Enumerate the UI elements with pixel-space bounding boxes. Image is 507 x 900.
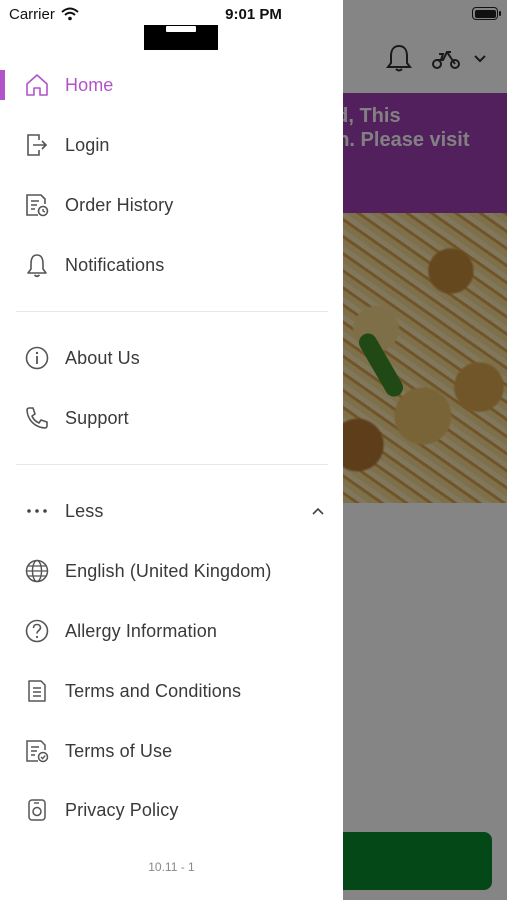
more-dots-icon [24,498,50,524]
privacy-icon [24,797,50,823]
menu-item-label: Home [65,74,114,95]
menu-item-less[interactable]: Less [0,483,343,539]
menu-item-label: Notifications [65,254,165,275]
status-bar: Carrier 9:01 PM [0,0,507,28]
globe-icon [24,558,50,584]
menu-item-label: English (United Kingdom) [65,560,272,581]
menu-item-label: Allergy Information [65,620,217,641]
login-icon [24,132,50,158]
menu-item-home[interactable]: Home [0,57,343,113]
menu-item-notifications[interactable]: Notifications [0,237,343,293]
home-icon [24,72,50,98]
menu-item-allergy-information[interactable]: Allergy Information [0,603,343,659]
menu-item-label: Less [65,500,104,521]
brand-logo [144,25,218,50]
document-icon [24,678,50,704]
menu-item-label: Terms of Use [65,740,173,761]
menu-divider [16,311,328,312]
document-check-icon [24,738,50,764]
menu-item-login[interactable]: Login [0,117,343,173]
menu-item-label: Terms and Conditions [65,680,242,701]
menu-item-terms-and-conditions[interactable]: Terms and Conditions [0,663,343,719]
menu-item-terms-of-use[interactable]: Terms of Use [0,723,343,779]
app-version: 10.11 - 1 [148,860,195,874]
info-icon [24,345,50,371]
menu-item-label: Privacy Policy [65,799,179,820]
menu-item-label: About Us [65,347,140,368]
status-time: 9:01 PM [225,5,282,23]
menu-item-label: Login [65,134,110,155]
order-history-icon [24,192,50,218]
menu-item-privacy-policy[interactable]: Privacy Policy [0,782,343,838]
bell-icon [24,252,50,278]
battery-icon [472,7,501,20]
menu-divider [16,464,328,465]
chevron-up-icon[interactable] [311,506,325,516]
side-drawer: Home Login Order History Notifications A… [0,0,343,900]
menu-item-label: Order History [65,194,174,215]
menu-item-label: Support [65,407,129,428]
menu-item-language[interactable]: English (United Kingdom) [0,543,343,599]
menu-item-support[interactable]: Support [0,390,343,446]
phone-icon [24,405,50,431]
question-icon [24,618,50,644]
menu-item-order-history[interactable]: Order History [0,177,343,233]
menu-item-about-us[interactable]: About Us [0,330,343,386]
